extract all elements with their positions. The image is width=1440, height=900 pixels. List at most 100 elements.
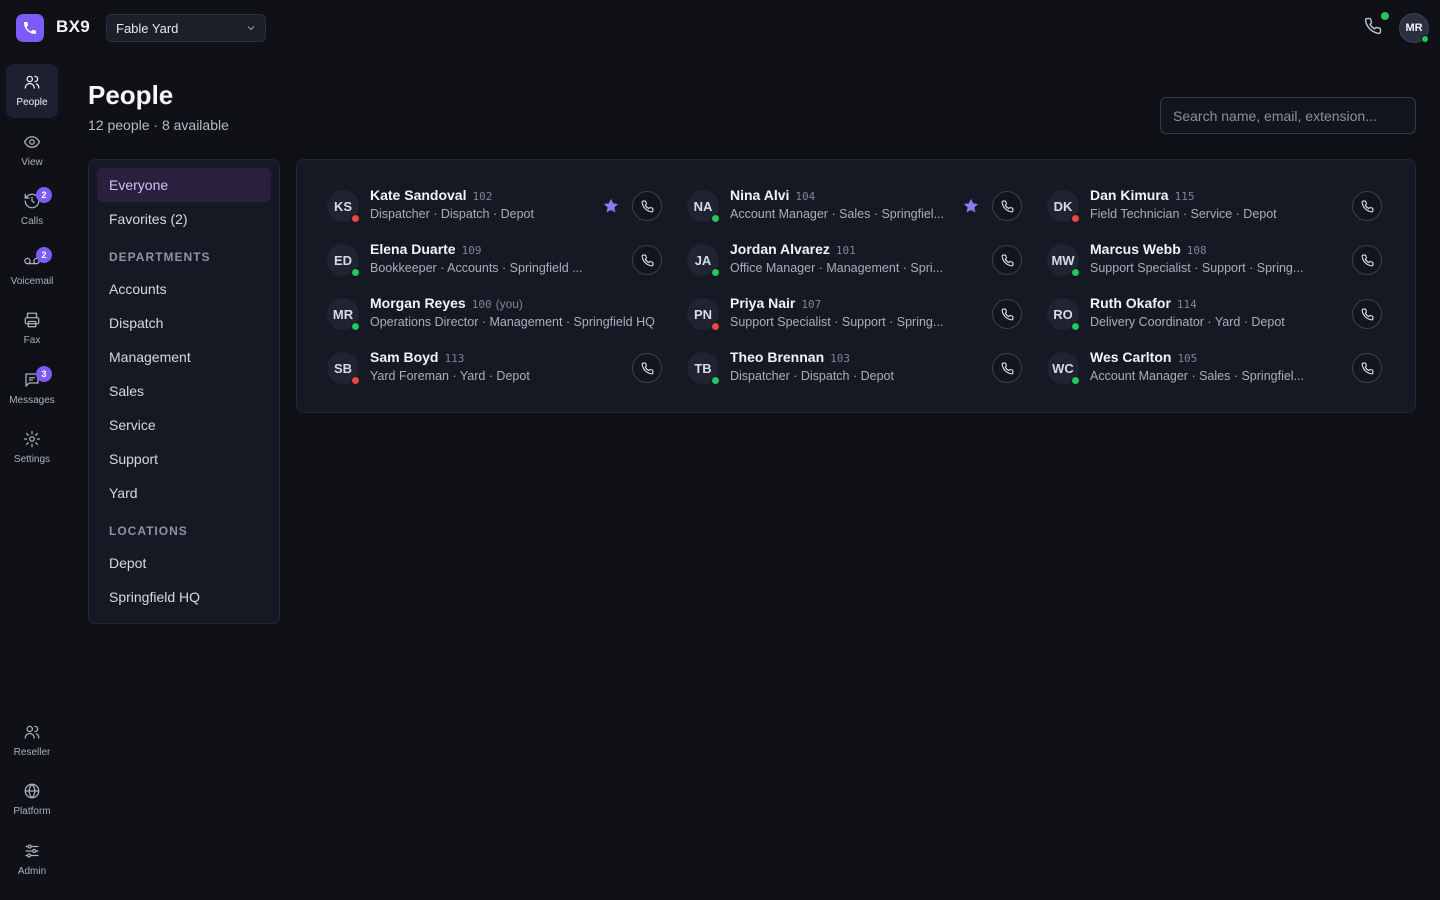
person-card[interactable]: RO Ruth Okafor 114 Delivery Coordinator ·… <box>1047 294 1387 338</box>
person-role: Support Specialist · Support · Spring... <box>1090 261 1304 275</box>
filter-department-yard[interactable]: Yard <box>97 476 271 510</box>
person-card[interactable]: KS Kate Sandoval 102 Dispatcher · Dispatc… <box>327 186 667 230</box>
filter-department-accounts[interactable]: Accounts <box>97 272 271 306</box>
call-button[interactable] <box>992 353 1022 383</box>
filter-department-sales[interactable]: Sales <box>97 374 271 408</box>
person-name: Priya Nair <box>730 295 796 311</box>
rail-item-label: People <box>16 97 48 108</box>
call-button[interactable] <box>1352 191 1382 221</box>
phone-icon <box>1001 254 1013 266</box>
phone-icon <box>1361 200 1373 212</box>
person-name: Elena Duarte <box>370 241 456 257</box>
rail-item-calls[interactable]: 2 Calls <box>6 183 58 237</box>
person-role: Account Manager · Sales · Springfiel... <box>1090 369 1304 383</box>
rail-item-label: Messages <box>9 395 55 406</box>
person-role: Dispatcher · Dispatch · Depot <box>730 369 894 383</box>
call-button[interactable] <box>1352 245 1382 275</box>
person-role: Account Manager · Sales · Springfiel... <box>730 207 944 221</box>
person-card[interactable]: DK Dan Kimura 115 Field Technician · Serv… <box>1047 186 1387 230</box>
call-button[interactable] <box>1352 353 1382 383</box>
rail-item-label: Fax <box>23 335 41 346</box>
person-extension: 107 <box>801 298 822 311</box>
phone-icon <box>1001 308 1013 320</box>
filter-location-springfield-hq[interactable]: Springfield HQ <box>97 580 271 614</box>
person-extension: 114 <box>1176 298 1197 311</box>
star-icon[interactable] <box>602 197 620 215</box>
filter-department-dispatch[interactable]: Dispatch <box>97 306 271 340</box>
person-name: Theo Brennan <box>730 349 825 365</box>
call-button[interactable] <box>632 353 662 383</box>
star-icon[interactable] <box>962 197 980 215</box>
person-role: Yard Foreman · Yard · Depot <box>370 369 530 383</box>
person-card[interactable]: MR Morgan Reyes 100 (you) Operations Direc… <box>327 294 667 338</box>
top-bar: BX9 Fable Yard MR <box>0 0 1440 56</box>
person-card[interactable]: TB Theo Brennan 103 Dispatcher · Dispatch… <box>687 348 1027 392</box>
people-grid: KS Kate Sandoval 102 Dispatcher · Dispatc… <box>296 159 1416 413</box>
person-card[interactable]: JA Jordan Alvarez 101 Office Manager · Ma… <box>687 240 1027 284</box>
presence-available-dot <box>351 268 360 277</box>
phone-icon <box>641 362 653 374</box>
person-role: Operations Director · Management · Sprin… <box>370 315 655 329</box>
presence-available-dot <box>351 322 360 331</box>
rail-item-label: Reseller <box>13 747 51 758</box>
rail-item-view[interactable]: View <box>6 124 58 178</box>
person-role: Field Technician · Service · Depot <box>1090 207 1277 221</box>
call-button[interactable] <box>992 245 1022 275</box>
person-extension: 105 <box>1177 352 1198 365</box>
rail-item-admin[interactable]: Admin <box>6 833 58 887</box>
person-role: Delivery Coordinator · Yard · Depot <box>1090 315 1285 329</box>
gear-icon <box>23 430 41 448</box>
call-button[interactable] <box>1352 299 1382 329</box>
people-count-summary: 12 people · 8 available <box>88 117 229 133</box>
people-icon <box>24 725 40 739</box>
filter-department-support[interactable]: Support <box>97 442 271 476</box>
person-name: Nina Alvi <box>730 187 790 203</box>
filter-department-management[interactable]: Management <box>97 340 271 374</box>
phone-icon <box>1001 200 1013 212</box>
person-card[interactable]: SB Sam Boyd 113 Yard Foreman · Yard · Dep… <box>327 348 667 392</box>
phone-logo-icon[interactable] <box>16 14 44 42</box>
rail-item-reseller[interactable]: Reseller <box>6 714 58 768</box>
call-button[interactable] <box>992 299 1022 329</box>
search-input[interactable] <box>1160 97 1416 134</box>
rail-item-platform[interactable]: Platform <box>6 773 58 827</box>
call-button[interactable] <box>632 245 662 275</box>
person-name: Ruth Okafor <box>1090 295 1171 311</box>
people-icon <box>24 75 40 89</box>
rail-item-messages[interactable]: 3 Messages <box>6 362 58 416</box>
filter-favorites[interactable]: Favorites (2) <box>97 202 271 236</box>
phone-icon <box>1001 362 1013 374</box>
rail-item-settings[interactable]: Settings <box>6 421 58 475</box>
person-name: Jordan Alvarez <box>730 241 830 257</box>
rail-item-people[interactable]: People <box>6 64 58 118</box>
softphone-button[interactable] <box>1364 12 1389 39</box>
filter-everyone[interactable]: Everyone <box>97 168 271 202</box>
organization-select[interactable]: Fable Yard <box>106 14 266 42</box>
filter-location-depot[interactable]: Depot <box>97 546 271 580</box>
person-extension: 100 <box>471 298 492 311</box>
rail-item-voicemail[interactable]: 2 Voicemail <box>6 243 58 297</box>
filter-department-service[interactable]: Service <box>97 408 271 442</box>
person-card[interactable]: ED Elena Duarte 109 Bookkeeper · Accounts… <box>327 240 667 284</box>
call-button[interactable] <box>992 191 1022 221</box>
person-card[interactable]: WC Wes Carlton 105 Account Manager · Sale… <box>1047 348 1387 392</box>
phone-icon <box>1361 362 1373 374</box>
rail-item-label: Voicemail <box>10 276 54 287</box>
phone-icon <box>1361 254 1373 266</box>
user-avatar[interactable]: MR <box>1399 13 1429 43</box>
person-extension: 103 <box>830 352 850 365</box>
printer-icon <box>24 312 40 328</box>
person-card[interactable]: NA Nina Alvi 104 Account Manager · Sales … <box>687 186 1027 230</box>
rail-item-label: View <box>21 157 43 168</box>
phone-icon <box>1361 308 1373 320</box>
person-name: Marcus Webb <box>1090 241 1181 257</box>
person-card[interactable]: MW Marcus Webb 108 Support Specialist · S… <box>1047 240 1387 284</box>
rail-item-fax[interactable]: Fax <box>6 302 58 356</box>
rail-item-label: Calls <box>20 216 44 227</box>
softphone-status-dot <box>1381 12 1389 20</box>
person-role: Bookkeeper · Accounts · Springfield ... <box>370 261 583 275</box>
person-name: Morgan Reyes <box>370 295 466 311</box>
person-card[interactable]: PN Priya Nair 107 Support Specialist · Su… <box>687 294 1027 338</box>
presence-busy-dot <box>351 376 360 385</box>
call-button[interactable] <box>632 191 662 221</box>
